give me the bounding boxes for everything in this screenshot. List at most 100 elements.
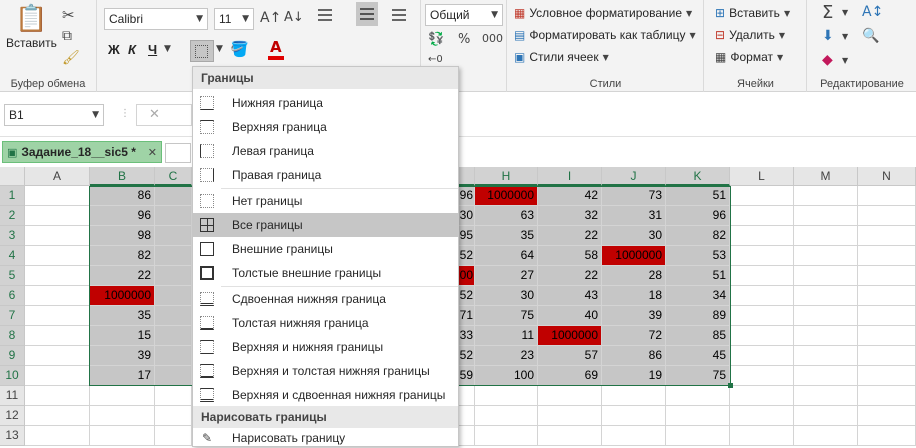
cell-a[interactable] bbox=[25, 246, 90, 266]
cell-n[interactable] bbox=[858, 346, 916, 366]
paste-button[interactable]: 📋 Вставить bbox=[6, 4, 57, 50]
cell-b[interactable]: 39 bbox=[90, 346, 155, 366]
cell-k[interactable] bbox=[666, 386, 730, 406]
cell-j[interactable] bbox=[602, 426, 666, 446]
number-format-select[interactable]: Общий ▼ bbox=[425, 4, 503, 26]
cell-l[interactable] bbox=[730, 326, 794, 346]
row-header[interactable]: 6 bbox=[0, 286, 25, 306]
cell-n[interactable] bbox=[858, 286, 916, 306]
insert-cells-button[interactable]: ⊞ Вставить ▼ bbox=[715, 6, 790, 20]
cell-l[interactable] bbox=[730, 266, 794, 286]
menu-item-border-1[interactable]: Нижняя граница bbox=[193, 91, 458, 115]
cell-i[interactable] bbox=[538, 406, 602, 426]
column-header-j[interactable]: J bbox=[602, 167, 666, 186]
cell-m[interactable] bbox=[794, 306, 858, 326]
cell-i[interactable]: 69 bbox=[538, 366, 602, 386]
row-header[interactable]: 3 bbox=[0, 226, 25, 246]
cell-c[interactable] bbox=[155, 346, 192, 366]
cell-c[interactable] bbox=[155, 226, 192, 246]
cell-c[interactable] bbox=[155, 366, 192, 386]
row-header[interactable]: 8 bbox=[0, 326, 25, 346]
currency-icon[interactable]: 💱 bbox=[428, 32, 444, 47]
chevron-down-icon[interactable]: ▼ bbox=[842, 32, 848, 41]
cell-h[interactable]: 1000000 bbox=[475, 186, 538, 206]
delete-cells-button[interactable]: ⊟ Удалить ▼ bbox=[715, 28, 785, 42]
cell-j[interactable]: 30 bbox=[602, 226, 666, 246]
find-icon[interactable]: 🔍 bbox=[862, 28, 879, 44]
chevron-down-icon[interactable]: ▼ bbox=[842, 56, 848, 65]
cell-b[interactable] bbox=[90, 426, 155, 446]
cell-styles-button[interactable]: ▣ Стили ячеек ▼ bbox=[514, 50, 609, 64]
cell-g[interactable]: 52 bbox=[459, 246, 475, 266]
cell-l[interactable] bbox=[730, 426, 794, 446]
cell-c[interactable] bbox=[155, 426, 192, 446]
cell-n[interactable] bbox=[858, 306, 916, 326]
conditional-formatting-button[interactable]: ▦ Условное форматирование ▼ bbox=[514, 6, 692, 20]
cell-m[interactable] bbox=[794, 246, 858, 266]
cell-h[interactable] bbox=[475, 386, 538, 406]
italic-button[interactable]: К bbox=[128, 42, 136, 57]
chevron-down-icon[interactable]: ▼ bbox=[842, 8, 848, 17]
workbook-tab[interactable]: ▣ Задание_18__sic5 * ✕ bbox=[2, 141, 162, 163]
cell-j[interactable]: 86 bbox=[602, 346, 666, 366]
cell-n[interactable] bbox=[858, 226, 916, 246]
format-cells-button[interactable]: ▦ Формат ▼ bbox=[715, 50, 783, 64]
cell-m[interactable] bbox=[794, 286, 858, 306]
cell-h[interactable]: 27 bbox=[475, 266, 538, 286]
cell-k[interactable]: 75 bbox=[666, 366, 730, 386]
cell-m[interactable] bbox=[794, 406, 858, 426]
cell-a[interactable] bbox=[25, 386, 90, 406]
font-name-select[interactable]: Calibri ▼ bbox=[104, 8, 208, 30]
cell-l[interactable] bbox=[730, 406, 794, 426]
borders-button[interactable] bbox=[190, 40, 214, 62]
font-color-icon[interactable]: A bbox=[270, 38, 282, 56]
underline-button[interactable]: Ч bbox=[148, 42, 157, 57]
cell-i[interactable]: 22 bbox=[538, 226, 602, 246]
cell-h[interactable]: 63 bbox=[475, 206, 538, 226]
cell-c[interactable] bbox=[155, 386, 192, 406]
column-header-m[interactable]: M bbox=[794, 167, 858, 186]
cell-h[interactable]: 75 bbox=[475, 306, 538, 326]
cell-k[interactable]: 89 bbox=[666, 306, 730, 326]
cell-m[interactable] bbox=[794, 386, 858, 406]
cell-m[interactable] bbox=[794, 346, 858, 366]
cell-g[interactable] bbox=[459, 426, 475, 446]
cell-g[interactable]: 52 bbox=[459, 346, 475, 366]
cell-h[interactable]: 30 bbox=[475, 286, 538, 306]
cell-a[interactable] bbox=[25, 266, 90, 286]
cell-j[interactable]: 28 bbox=[602, 266, 666, 286]
cell-k[interactable]: 51 bbox=[666, 266, 730, 286]
row-header[interactable]: 13 bbox=[0, 426, 25, 446]
cell-h[interactable]: 11 bbox=[475, 326, 538, 346]
cell-b[interactable]: 35 bbox=[90, 306, 155, 326]
select-all-corner[interactable] bbox=[0, 167, 25, 186]
cell-a[interactable] bbox=[25, 366, 90, 386]
cell-m[interactable] bbox=[794, 186, 858, 206]
align-top-icon[interactable] bbox=[318, 4, 338, 26]
cell-l[interactable] bbox=[730, 206, 794, 226]
row-header[interactable]: 4 bbox=[0, 246, 25, 266]
cell-k[interactable] bbox=[666, 426, 730, 446]
menu-item-border-11[interactable]: Верхняя и нижняя границы bbox=[193, 335, 458, 359]
cell-l[interactable] bbox=[730, 226, 794, 246]
cell-k[interactable]: 34 bbox=[666, 286, 730, 306]
cell-c[interactable] bbox=[155, 406, 192, 426]
cell-h[interactable]: 64 bbox=[475, 246, 538, 266]
menu-item-border-3[interactable]: Левая граница bbox=[193, 139, 458, 163]
cell-c[interactable] bbox=[155, 286, 192, 306]
cell-m[interactable] bbox=[794, 426, 858, 446]
cell-i[interactable]: 42 bbox=[538, 186, 602, 206]
format-as-table-button[interactable]: ▤ Форматировать как таблицу ▼ bbox=[514, 28, 696, 42]
column-header-i[interactable]: I bbox=[538, 167, 602, 186]
cell-a[interactable] bbox=[25, 206, 90, 226]
cell-n[interactable] bbox=[858, 326, 916, 346]
cell-a[interactable] bbox=[25, 286, 90, 306]
cell-i[interactable] bbox=[538, 426, 602, 446]
row-header[interactable]: 7 bbox=[0, 306, 25, 326]
cut-icon[interactable]: ✂ bbox=[62, 6, 75, 24]
align-bottom-icon[interactable] bbox=[392, 4, 412, 26]
cell-b[interactable]: 17 bbox=[90, 366, 155, 386]
fill-icon[interactable]: ⬇ bbox=[822, 28, 834, 44]
row-header[interactable]: 11 bbox=[0, 386, 25, 406]
row-header[interactable]: 10 bbox=[0, 366, 25, 386]
